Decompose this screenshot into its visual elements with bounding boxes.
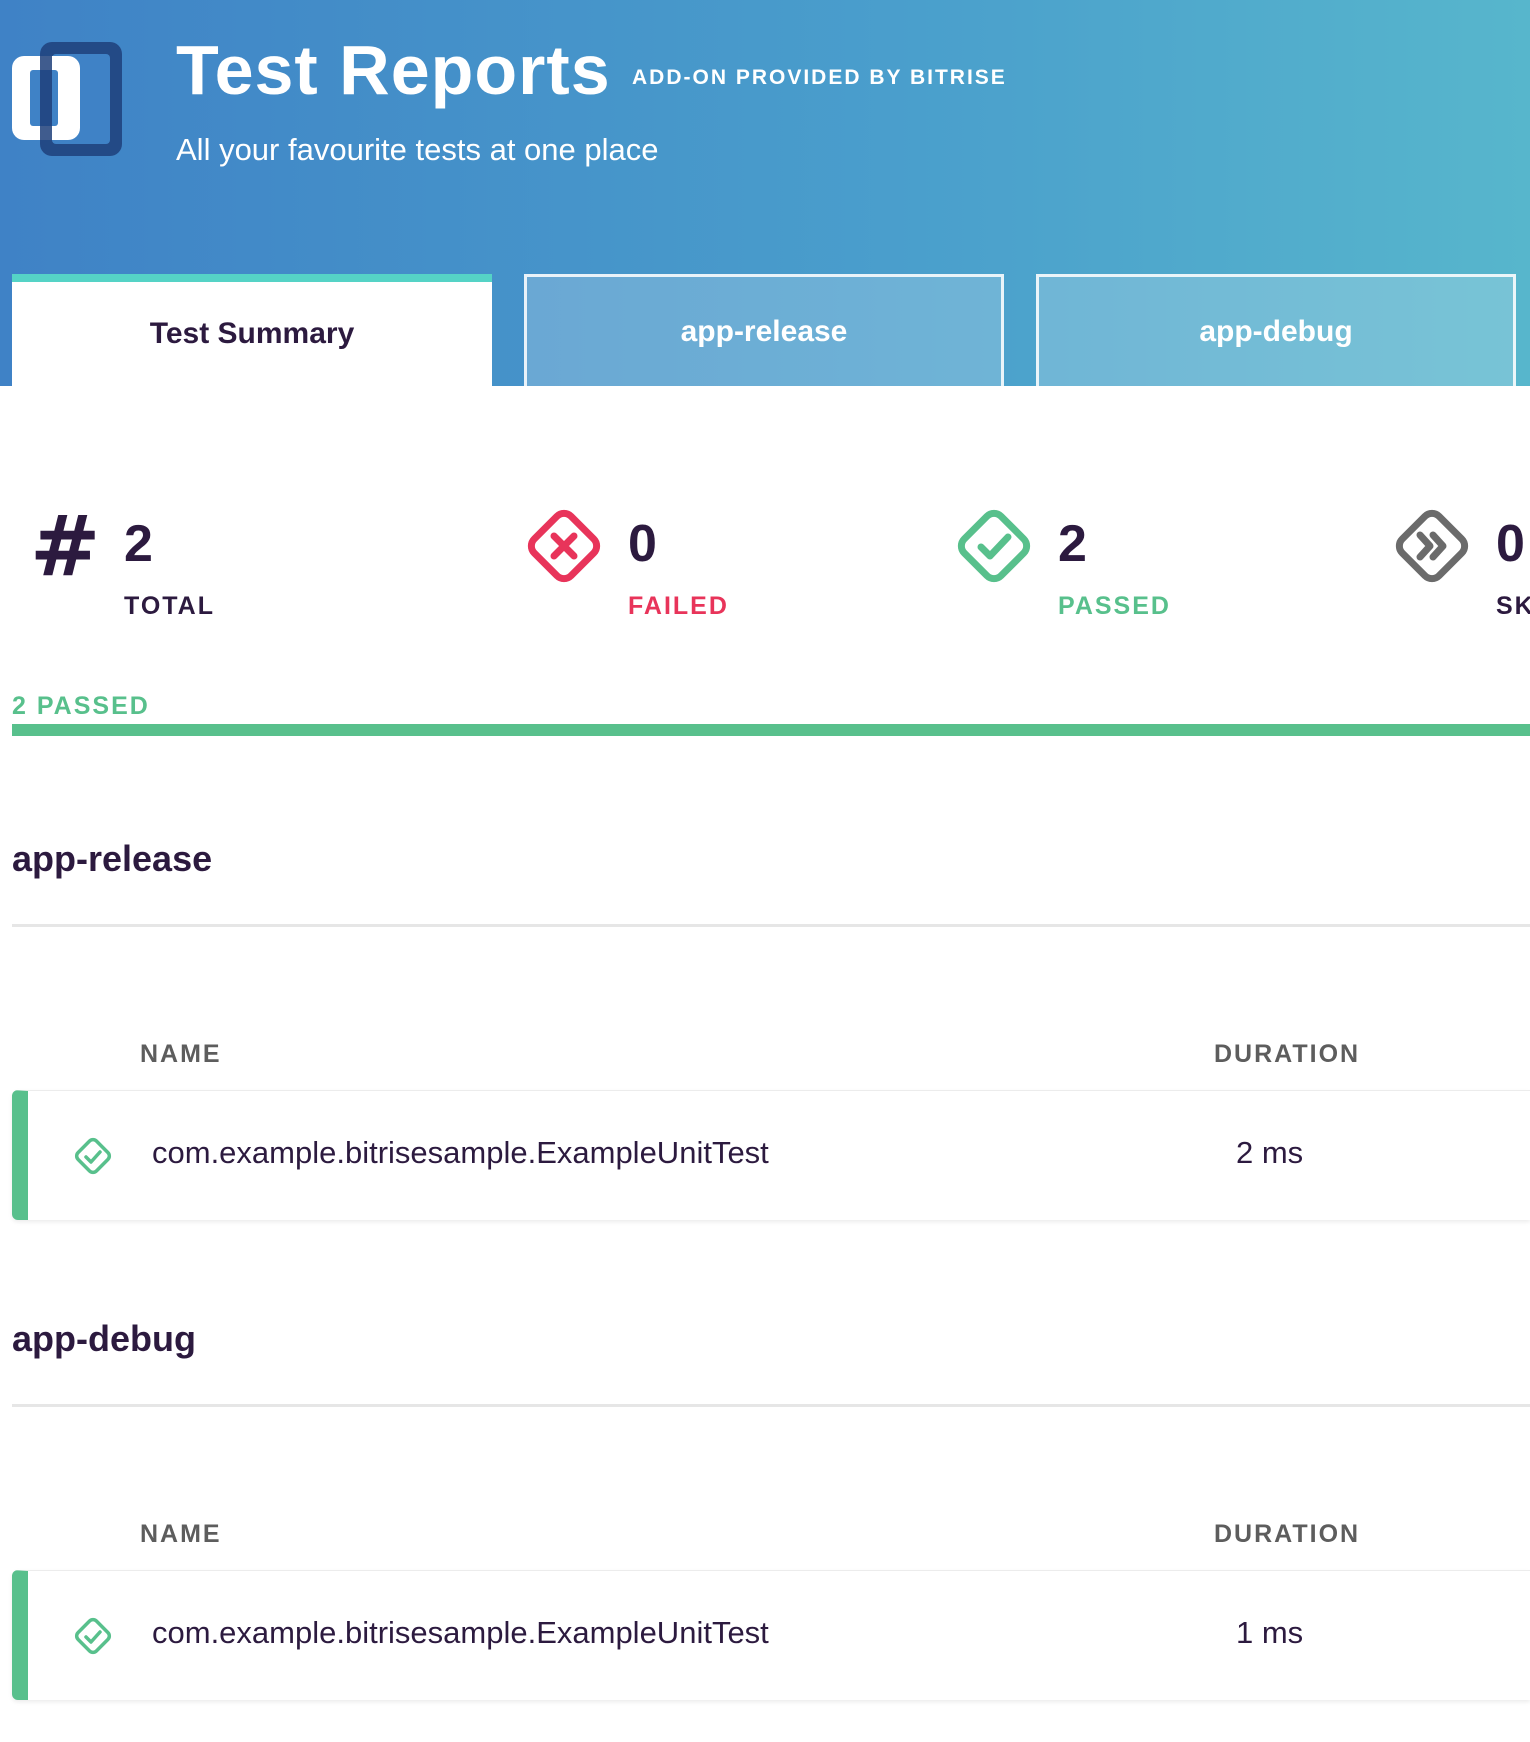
column-header-duration: DURATION (1214, 1040, 1361, 1068)
section-divider (12, 924, 1530, 927)
tab-app-debug[interactable]: app-debug (1036, 274, 1516, 386)
page-tagline: All your favourite tests at one place (176, 132, 659, 167)
stat-failed-value: 0 (628, 515, 657, 573)
column-header-name: NAME (140, 1040, 222, 1068)
progress-bar-fill (12, 724, 1530, 736)
progress-label: 2 PASSED (12, 692, 150, 720)
skipped-chevrons-icon (1395, 509, 1469, 583)
test-row[interactable]: com.example.bitrisesample.ExampleUnitTes… (12, 1090, 1530, 1220)
hash-icon: # (30, 497, 101, 595)
stat-skipped-label: SK (1496, 592, 1530, 620)
stat-passed-value: 2 (1058, 515, 1087, 573)
stat-skipped-value: 0 (1496, 515, 1525, 573)
test-row[interactable]: com.example.bitrisesample.ExampleUnitTes… (12, 1570, 1530, 1700)
passed-check-icon (957, 509, 1031, 583)
section-title-app-release: app-release (12, 838, 213, 879)
addon-provider-label: ADD-ON PROVIDED BY BITRISE (632, 66, 1007, 89)
page-title: Test Reports (176, 31, 611, 109)
tab-test-summary[interactable]: Test Summary (12, 274, 492, 386)
stat-total-value: 2 (124, 515, 153, 573)
test-duration: 2 ms (1236, 1135, 1304, 1170)
passed-check-icon (74, 1137, 112, 1175)
test-name: com.example.bitrisesample.ExampleUnitTes… (152, 1615, 769, 1650)
failed-x-icon (527, 509, 601, 583)
passed-check-icon (74, 1617, 112, 1655)
section-title-app-debug: app-debug (12, 1318, 196, 1359)
section-divider (12, 1404, 1530, 1407)
app-header: Test Reports ADD-ON PROVIDED BY BITRISE … (0, 0, 1530, 386)
stat-failed-label: FAILED (628, 592, 729, 620)
progress-bar (12, 724, 1530, 736)
column-header-name: NAME (140, 1520, 222, 1548)
test-duration: 1 ms (1236, 1615, 1304, 1650)
stat-total-label: TOTAL (124, 592, 216, 620)
tab-app-release[interactable]: app-release (524, 274, 1004, 386)
stat-passed-label: PASSED (1058, 592, 1171, 620)
test-reports-logo-icon (12, 42, 122, 156)
column-header-duration: DURATION (1214, 1520, 1361, 1548)
test-name: com.example.bitrisesample.ExampleUnitTes… (152, 1135, 769, 1170)
